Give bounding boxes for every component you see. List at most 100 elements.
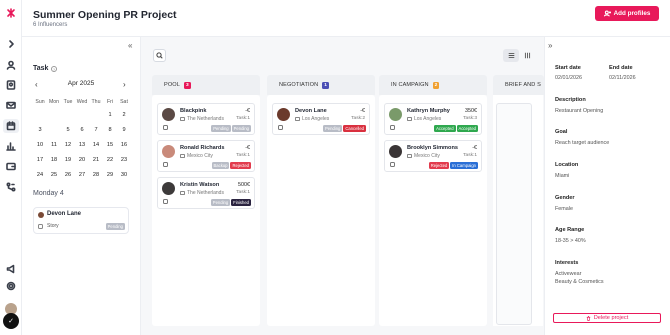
calendar-day[interactable]: 11 [47,142,61,148]
help-icon[interactable]: ? [51,66,57,72]
calendar-day[interactable]: 17 [33,157,47,163]
app-root: ✓ Summer Opening PR Project 6 Influencer… [0,0,670,335]
calendar-day[interactable]: 19 [61,157,75,163]
location-text: Mexico City [414,153,440,159]
calendar-week-row: 12 [33,108,131,123]
list-view-button[interactable] [503,49,519,62]
calendar-grid: Sun Mon Tue Wed Thu Fri Sat 1 2 3 4 5 6 7 8 9 10 1… [33,95,131,182]
column-header: BRIEF AND S [493,75,544,95]
building-icon [180,191,185,195]
influencer-location: The Netherlands [180,190,224,196]
calendar-day[interactable]: 10 [33,142,47,148]
column-title: IN CAMPAIGN [391,82,429,88]
column-title: NEGOTIATION [279,82,319,88]
user-icon[interactable] [5,59,17,71]
calendar-icon[interactable] [3,119,19,133]
influencer-location: Mexico City [180,153,213,159]
status-badge: Rejected [428,162,450,169]
column-header: POOL 3 [152,75,260,95]
calendar-day[interactable]: 8 [103,127,117,133]
influencer-price: -€ [245,145,250,151]
column-view-button[interactable] [519,49,535,62]
logo-icon[interactable] [5,7,17,19]
wallet-icon[interactable] [5,160,17,172]
calendar-day[interactable]: 27 [75,172,89,178]
delete-project-button[interactable]: Delete project [553,313,661,323]
trash-icon [586,315,590,321]
influencer-card[interactable]: Kristin Watson The Netherlands 500€ Task:1 P… [157,177,255,209]
calendar-day[interactable]: 30 [117,172,131,178]
influencer-card[interactable]: Brooklyn Simmons Mexico City -€ Task:1 Rejec… [384,140,482,172]
calendar-day[interactable]: 6 [75,127,89,133]
page-subtitle: 6 Influencers [33,22,68,28]
calendar-day[interactable]: 9 [117,127,131,133]
calendar-month-label: Apr 2025 [67,80,95,87]
collapse-right-icon[interactable]: » [548,41,552,50]
instagram-icon [38,224,43,229]
column-count-badge: 3 [183,81,191,89]
influencer-card[interactable]: Ronald Richards Mexico City -€ Task:1 Backup… [157,140,255,172]
calendar-day[interactable]: 1 [103,112,117,118]
interests-label: Interests [555,260,579,266]
influencer-card[interactable]: Blackpink The Netherlands -€ Task:1 Pending P… [157,103,255,135]
search-button[interactable] [153,49,166,62]
columns-icon [524,52,530,59]
drop-zone[interactable] [496,103,532,325]
calendar-day[interactable]: 16 [117,142,131,148]
chevron-right-icon[interactable] [5,38,17,50]
weekday-label: Thu [91,98,101,105]
calendar-day[interactable]: 23 [117,157,131,163]
influencer-card[interactable]: Kathryn Murphy Los Angeles 350€ Task:3 Accep… [384,103,482,135]
calendar-day[interactable]: 21 [89,157,103,163]
calendar-day[interactable]: 18 [47,157,61,163]
calendar-day[interactable]: 3 [33,127,47,133]
calendar-day[interactable]: 24 [33,172,47,178]
calendar-day[interactable]: 15 [103,142,117,148]
view-toggle [503,49,535,62]
calendar-prev-button[interactable]: ‹ [35,80,38,89]
status-badge: Pending [210,199,231,206]
chart-icon[interactable] [5,140,17,152]
collapse-left-icon[interactable]: « [128,41,132,50]
calendar-day[interactable]: 28 [89,172,103,178]
calendar-day[interactable]: 13 [75,142,89,148]
instagram-icon [163,125,168,130]
calendar-day[interactable]: 5 [61,127,75,133]
calendar-day[interactable]: 20 [75,157,89,163]
building-icon [180,117,185,121]
avatar [162,108,175,121]
calendar-day[interactable]: 2 [117,112,131,118]
selected-day-title: Monday 4 [33,190,64,197]
megaphone-icon[interactable] [5,263,17,275]
influencer-card[interactable]: Devon Lane Los Angeles -€ Task:2 Pending Canc… [272,103,370,135]
calendar-day[interactable]: 4 [47,124,61,137]
mail-icon[interactable] [5,99,17,111]
status-badges: Rejected In Campaign [428,162,478,169]
column-title: POOL [164,82,180,88]
flow-icon[interactable] [5,181,17,193]
avatar [38,212,44,218]
calendar-day[interactable]: 25 [47,172,61,178]
day-task-card[interactable]: Devon Lane Story Pending [33,207,129,234]
calendar-day[interactable]: 12 [61,142,75,148]
calendar-next-button[interactable]: › [123,80,126,89]
status-badge: Pending [211,125,231,132]
contacts-icon[interactable] [5,79,17,91]
calendar-day[interactable]: 22 [103,157,117,163]
account-avatar[interactable]: ✓ [3,313,19,329]
avatar [162,182,175,195]
task-type: Story [47,223,59,229]
add-profiles-button[interactable]: Add profiles [595,6,659,21]
building-icon [180,154,185,158]
instagram-icon [163,199,168,204]
status-badges: Pending Pending [211,125,251,132]
influencer-price: -€ [360,108,365,114]
calendar-day[interactable]: 7 [89,127,103,133]
settings-icon[interactable] [5,280,17,292]
calendar-day[interactable]: 14 [89,142,103,148]
location-text: The Netherlands [187,116,224,122]
goal-value: Reach target audience [555,140,610,146]
location-text: Mexico City [187,153,213,159]
calendar-day[interactable]: 26 [61,172,75,178]
calendar-day[interactable]: 29 [103,172,117,178]
